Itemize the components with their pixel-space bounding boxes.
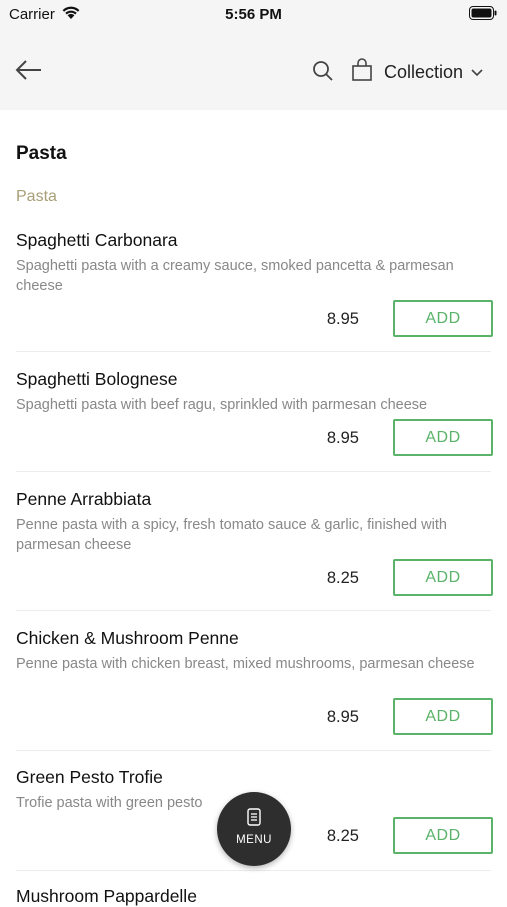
item-description: Spaghetti pasta with a creamy sauce, smo…: [16, 258, 454, 294]
search-icon[interactable]: [311, 59, 335, 83]
status-bar: Carrier 5:56 PM: [0, 0, 507, 30]
menu-button-label: MENU: [236, 834, 272, 846]
add-button[interactable]: ADD: [393, 698, 493, 735]
battery-icon: [469, 6, 497, 25]
shopping-bag-icon[interactable]: [351, 58, 373, 82]
menu-item[interactable]: Spaghetti Carbonara Spaghetti pasta with…: [16, 230, 493, 340]
item-name: Penne Arrabbiata: [16, 489, 152, 509]
item-description: Penne pasta with chicken breast, mixed m…: [16, 656, 475, 672]
item-price: 8.25: [326, 827, 359, 845]
menu-item[interactable]: Mushroom Pappardelle: [16, 886, 491, 906]
menu-button[interactable]: MENU: [217, 792, 291, 866]
divider: [16, 750, 491, 751]
menu-list-icon: [245, 808, 263, 833]
item-price: 8.95: [326, 429, 359, 447]
item-description: Penne pasta with a spicy, fresh tomato s…: [16, 517, 447, 553]
item-price: 8.25: [326, 569, 359, 587]
item-name: Spaghetti Bolognese: [16, 369, 178, 389]
menu-item[interactable]: Spaghetti Bolognese Spaghetti pasta with…: [16, 369, 493, 459]
chevron-down-icon: [471, 64, 483, 82]
item-description: Spaghetti pasta with beef ragu, sprinkle…: [16, 397, 428, 413]
back-arrow-icon[interactable]: [14, 58, 44, 82]
item-name: Chicken & Mushroom Penne: [16, 628, 239, 648]
item-name: Green Pesto Trofie: [16, 767, 163, 787]
item-price: 8.95: [326, 708, 359, 726]
nav-bar: Collection: [0, 30, 507, 110]
collection-label: Collection: [384, 61, 464, 82]
collection-dropdown[interactable]: Collection: [384, 60, 483, 84]
item-name: Spaghetti Carbonara: [16, 230, 178, 250]
add-button[interactable]: ADD: [393, 559, 493, 596]
add-button[interactable]: ADD: [393, 817, 493, 854]
add-button[interactable]: ADD: [393, 300, 493, 337]
menu-item[interactable]: Chicken & Mushroom Penne Penne pasta wit…: [16, 628, 493, 738]
add-button[interactable]: ADD: [393, 419, 493, 456]
divider: [16, 870, 491, 871]
category-label: Pasta: [16, 188, 57, 205]
menu-item[interactable]: Penne Arrabbiata Penne pasta with a spic…: [16, 489, 493, 599]
divider: [16, 351, 491, 352]
item-price: 8.95: [326, 310, 359, 328]
divider: [16, 471, 491, 472]
divider: [16, 610, 491, 611]
section-title: Pasta: [16, 143, 67, 164]
item-name: Mushroom Pappardelle: [16, 886, 197, 906]
status-time: 5:56 PM: [225, 6, 282, 23]
